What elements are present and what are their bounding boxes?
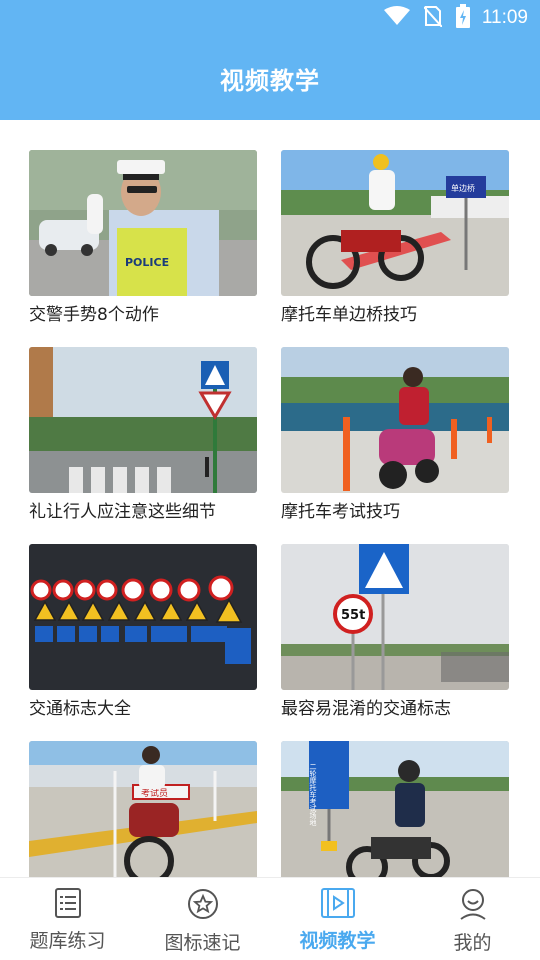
no-sim-icon [423,5,443,31]
thumb-text-police: POLICE [125,256,169,269]
video-thumbnail[interactable] [29,544,257,690]
video-card[interactable]: 考试员 [29,741,257,877]
bottom-tab-bar: 题库练习 图标速记 视频教学 我的 [0,877,540,960]
video-card[interactable]: POLICE 交警手势8个动作 [29,150,257,347]
video-thumbnail[interactable]: 考试员 [29,741,257,877]
video-list[interactable]: POLICE 交警手势8个动作 单边桥 摩托车单边桥技巧 礼让行人应注意这些细节… [0,120,540,877]
tab-label: 图标速记 [164,932,241,954]
video-card[interactable]: 交通标志大全 [29,544,257,741]
tab-mine[interactable]: 我的 [405,878,540,960]
video-card[interactable]: 礼让行人应注意这些细节 [29,347,257,544]
tab-label: 视频教学 [299,930,376,952]
video-card[interactable]: 单边桥 摩托车单边桥技巧 [281,150,509,347]
video-card[interactable]: 55t 最容易混淆的交通标志 [281,544,509,741]
list-icon [54,888,81,922]
video-card[interactable]: 二轮摩托车考试场地 [281,741,509,877]
video-title: 交警手势8个动作 [29,305,159,325]
video-thumbnail[interactable]: 单边桥 [281,150,509,296]
tab-question-bank[interactable]: 题库练习 [0,878,135,960]
video-title: 最容易混淆的交通标志 [281,699,451,719]
video-thumbnail[interactable]: POLICE [29,150,257,296]
star-badge-icon [187,888,219,924]
user-icon [458,888,488,924]
tab-label: 题库练习 [29,930,106,952]
thumb-text-weight: 55t [341,608,365,623]
wifi-icon [383,6,410,30]
tab-label: 我的 [453,932,492,954]
video-thumbnail[interactable] [29,347,257,493]
tab-sign-memo[interactable]: 图标速记 [135,878,270,960]
status-time: 11:09 [481,7,528,28]
video-card[interactable]: 摩托车考试技巧 [281,347,509,544]
video-title: 礼让行人应注意这些细节 [29,502,216,522]
thumb-text-site: 二轮摩托车考试场地 [309,763,317,826]
app-header: 视频教学 [0,36,540,120]
battery-charging-icon [455,4,470,32]
page-title: 视频教学 [220,66,320,95]
thumb-text-sign: 单边桥 [451,183,475,193]
video-thumbnail[interactable]: 二轮摩托车考试场地 [281,741,509,877]
video-thumbnail[interactable]: 55t [281,544,509,690]
video-title: 交通标志大全 [29,699,131,719]
tab-video-teaching[interactable]: 视频教学 [270,878,405,960]
video-thumbnail[interactable] [281,347,509,493]
video-title: 摩托车单边桥技巧 [281,305,417,325]
video-icon [320,888,355,922]
status-bar: 11:09 [0,0,540,36]
video-title: 摩托车考试技巧 [281,502,400,522]
